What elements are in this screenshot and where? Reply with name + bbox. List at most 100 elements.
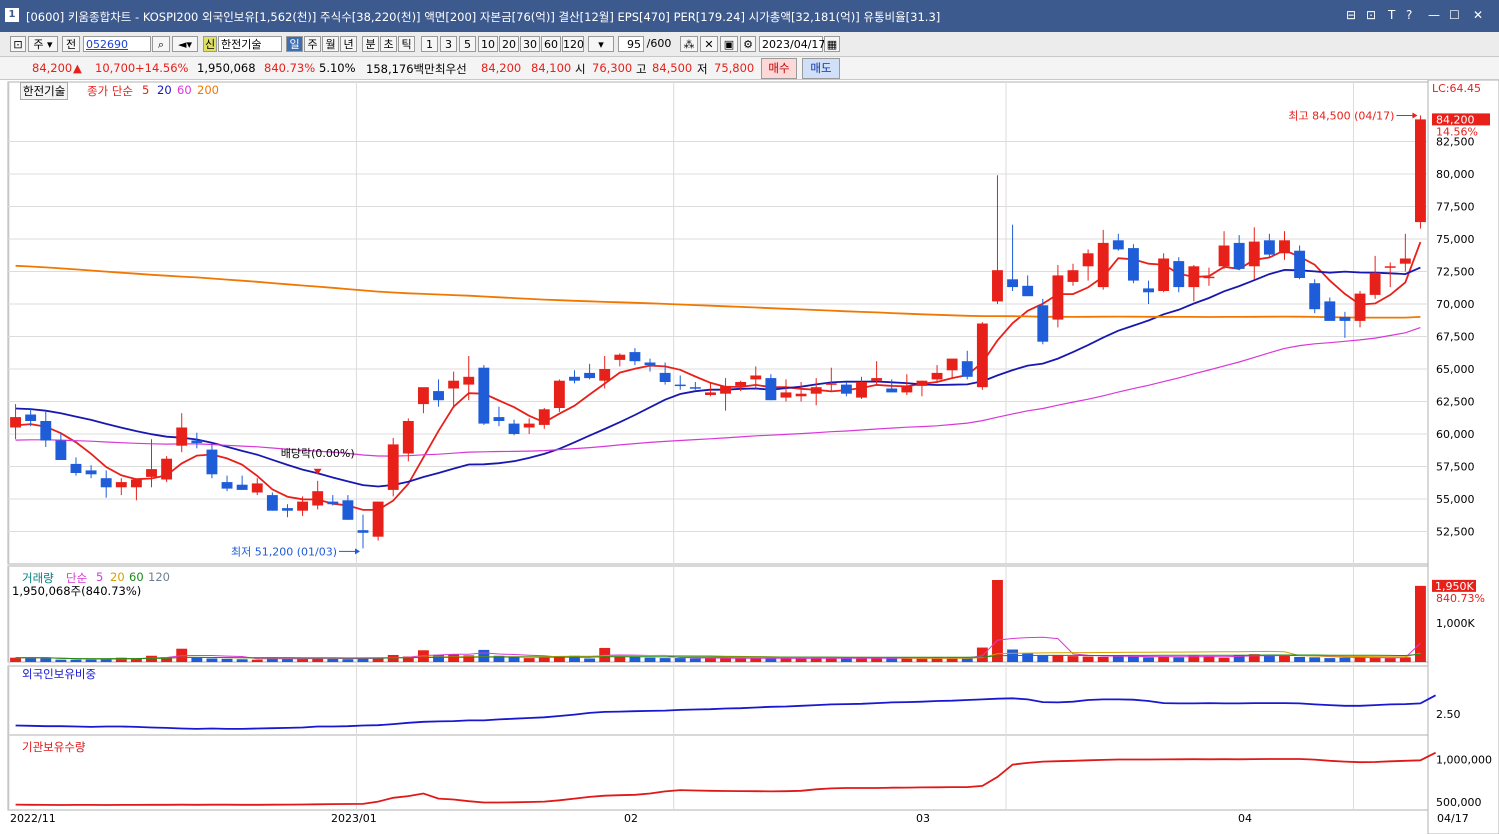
candle-body bbox=[85, 470, 97, 475]
candle-body bbox=[584, 372, 596, 379]
candle-body bbox=[221, 482, 233, 489]
all-button[interactable]: 전 bbox=[62, 36, 80, 52]
candle-body bbox=[825, 383, 837, 385]
candle-body bbox=[342, 500, 354, 520]
interval-minute[interactable]: 분 bbox=[362, 36, 379, 52]
price-tick-label: 65,000 bbox=[1436, 363, 1475, 376]
custom-interval-select[interactable]: ▾ bbox=[588, 36, 614, 52]
pin-icon[interactable]: ⊟ bbox=[1346, 8, 1356, 22]
candle-body bbox=[644, 362, 656, 366]
buy-button[interactable]: 매수 bbox=[761, 58, 797, 79]
candle-body bbox=[191, 440, 203, 444]
stock-code-input[interactable]: 052690 bbox=[83, 36, 151, 52]
interval-year[interactable]: 년 bbox=[340, 36, 357, 52]
gear-icon[interactable]: ⚙ bbox=[740, 36, 756, 52]
save-icon[interactable]: ▣ bbox=[720, 36, 738, 52]
volume-bar bbox=[1112, 655, 1124, 662]
candle-body bbox=[931, 372, 943, 380]
sell-button[interactable]: 매도 bbox=[802, 58, 840, 79]
candle-body bbox=[1354, 293, 1366, 321]
volume-bar bbox=[1022, 653, 1034, 662]
minute-5[interactable]: 5 bbox=[459, 36, 476, 52]
candle-body bbox=[402, 421, 414, 454]
date-input[interactable]: 2023/04/17 bbox=[759, 36, 825, 52]
candle-body bbox=[674, 384, 686, 387]
maximize-icon[interactable]: ☐ bbox=[1449, 8, 1460, 22]
price-tick-label: 80,000 bbox=[1436, 168, 1475, 181]
minute-3[interactable]: 3 bbox=[440, 36, 457, 52]
volume-info: 1,950,068주(840.73%) bbox=[12, 584, 142, 598]
legend-ma60: 60 bbox=[177, 83, 192, 97]
legend-ma200: 200 bbox=[197, 83, 219, 97]
candle-body bbox=[100, 478, 112, 488]
price-tick-label: 57,500 bbox=[1436, 461, 1475, 474]
lc-label: LC:64.45 bbox=[1432, 82, 1481, 95]
minute-120[interactable]: 120 bbox=[562, 36, 584, 52]
minute-1[interactable]: 1 bbox=[421, 36, 438, 52]
volume-panel bbox=[7, 565, 1429, 663]
volume-bar bbox=[659, 658, 671, 662]
interval-month[interactable]: 월 bbox=[322, 36, 339, 52]
period-select[interactable]: 주 ▾ bbox=[28, 36, 58, 52]
close-icon[interactable]: ✕ bbox=[1473, 8, 1483, 22]
price-change-pct: +14.56% bbox=[135, 61, 189, 75]
stock-chart[interactable]: 52,500 55,000 57,500 60,000 62,500 65,000 67,5… bbox=[0, 80, 1499, 834]
volume-bar bbox=[750, 658, 762, 662]
low-price: 75,800 bbox=[714, 61, 755, 75]
legend-ma20: 20 bbox=[157, 83, 172, 97]
volume-bar bbox=[765, 658, 777, 662]
volume-bar bbox=[251, 659, 263, 662]
volume-bar bbox=[1173, 657, 1185, 662]
turnover-rate: 5.10% bbox=[319, 61, 356, 75]
volume-last-pct: 840.73% bbox=[1436, 592, 1485, 605]
candle-body bbox=[780, 392, 792, 398]
chart-settings-icon[interactable]: ⊡ bbox=[10, 36, 26, 52]
count-input[interactable]: 95 bbox=[618, 36, 644, 52]
volume-bar bbox=[1324, 658, 1336, 662]
candle-body bbox=[810, 387, 822, 394]
candle-body bbox=[1052, 275, 1064, 320]
volume-bar bbox=[1369, 657, 1381, 662]
minute-60[interactable]: 60 bbox=[541, 36, 561, 52]
help-icon[interactable]: ? bbox=[1406, 8, 1412, 22]
price-panel bbox=[7, 81, 1429, 565]
window-titlebar: 1 [0600] 키움종합차트 - KOSPI200 외국인보유[1,562(천… bbox=[0, 0, 1499, 32]
candle bbox=[1037, 298, 1049, 345]
minimize-icon[interactable]: — bbox=[1428, 8, 1440, 22]
candle-body bbox=[795, 393, 807, 397]
restore-layout-icon[interactable]: ⊡ bbox=[1366, 8, 1376, 22]
candle-body bbox=[1143, 288, 1154, 293]
interval-tick[interactable]: 틱 bbox=[398, 36, 415, 52]
candle-body bbox=[720, 385, 731, 394]
candle-body bbox=[1097, 242, 1109, 288]
legend-ma5: 5 bbox=[142, 83, 150, 97]
speaker-icon[interactable]: ◄▾ bbox=[172, 36, 198, 52]
candle-body bbox=[961, 361, 973, 377]
zoom-icon[interactable]: ⁂ bbox=[680, 36, 698, 52]
calendar-icon[interactable]: ▦ bbox=[824, 36, 840, 52]
crosshair-icon[interactable]: ✕ bbox=[700, 36, 718, 52]
minute-10[interactable]: 10 bbox=[478, 36, 498, 52]
candle-body bbox=[1158, 258, 1170, 291]
volume-bar bbox=[508, 657, 520, 662]
period-value: 주 bbox=[33, 38, 44, 51]
volume-bar bbox=[976, 647, 988, 662]
minute-20[interactable]: 20 bbox=[499, 36, 519, 52]
volume-bar bbox=[735, 658, 747, 662]
text-icon[interactable]: T bbox=[1388, 8, 1395, 22]
volume-bar bbox=[644, 657, 656, 662]
search-icon[interactable]: ⌕ bbox=[152, 36, 170, 52]
interval-second[interactable]: 초 bbox=[380, 36, 397, 52]
candle bbox=[1415, 115, 1426, 229]
candle-body bbox=[553, 380, 565, 408]
candle-body bbox=[282, 508, 293, 511]
interval-week[interactable]: 주 bbox=[304, 36, 321, 52]
volume-bar bbox=[191, 657, 203, 662]
candle-body bbox=[1127, 248, 1139, 281]
volume-bar bbox=[146, 655, 157, 662]
minute-30[interactable]: 30 bbox=[520, 36, 540, 52]
interval-day[interactable]: 일 bbox=[286, 36, 303, 52]
candle bbox=[765, 374, 777, 401]
candle-body bbox=[1309, 283, 1321, 310]
candle-body bbox=[266, 495, 278, 511]
